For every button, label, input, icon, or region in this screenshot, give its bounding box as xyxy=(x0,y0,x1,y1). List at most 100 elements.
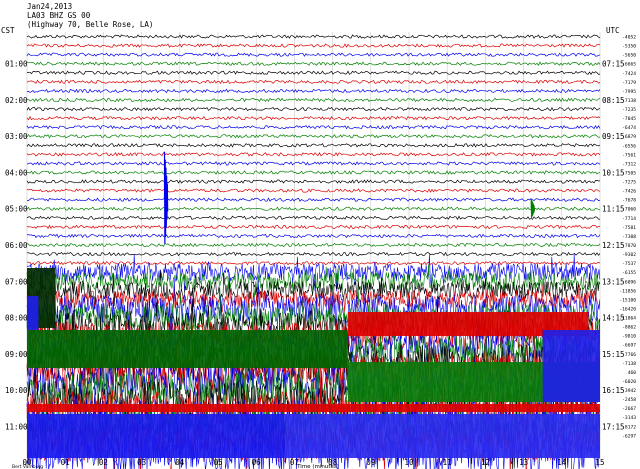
line-offset-value: -7870 xyxy=(622,243,636,249)
x-tick-label: 10 xyxy=(404,458,414,467)
x-tick-label: 03 xyxy=(137,458,146,467)
line-offset-value: -7179 xyxy=(622,80,636,86)
trace-line xyxy=(26,43,601,48)
x-tick-label: 12 xyxy=(481,458,490,467)
footer-note: Bert Vamburg xyxy=(12,464,43,469)
x-tick-label: 01 xyxy=(61,458,70,467)
x-tick-label: 06 xyxy=(252,458,262,467)
trace-line xyxy=(26,206,601,211)
trace-line xyxy=(26,106,601,112)
line-offset-value: -5350 xyxy=(622,44,636,50)
trace-line xyxy=(27,97,601,103)
seismogram-plot: 01:00 02:00 03:00 04:00 05:00 06:00 07:00 08:00… xyxy=(5,32,637,469)
line-offset-value: -7581 xyxy=(622,225,636,231)
line-offset-value: -6020 xyxy=(622,379,636,385)
trace-line xyxy=(26,79,601,85)
trace-line xyxy=(26,34,601,39)
left-hour-label: 08:00 xyxy=(5,314,28,323)
line-offset-value: -7138 xyxy=(622,361,636,367)
seismic-event-spike xyxy=(530,198,535,218)
line-offset-value: -8862 xyxy=(622,325,636,331)
trace-line xyxy=(26,170,601,175)
x-axis-title: Time (minutes) xyxy=(296,464,339,469)
saturated-trace-block xyxy=(284,414,600,458)
left-hour-label: 09:00 xyxy=(5,350,28,359)
line-offset-value: -7275 xyxy=(622,180,636,186)
trace-line xyxy=(26,133,601,139)
line-offset-value: -7138 xyxy=(622,98,636,104)
trace-line xyxy=(26,260,601,266)
line-offset-value: -6697 xyxy=(622,343,636,349)
line-offset-value: -7714 xyxy=(622,216,636,222)
line-offset-value: -16420 xyxy=(619,306,636,312)
line-offset-value: -2667 xyxy=(622,406,636,412)
trace-line xyxy=(26,124,601,130)
left-hour-label: 11:00 xyxy=(5,422,28,431)
left-hour-label: 01:00 xyxy=(5,60,28,69)
trace-line xyxy=(26,251,601,257)
line-offset-value: -7308 xyxy=(622,234,636,240)
line-offset-value: -7678 xyxy=(622,198,636,204)
line-offset-value: -6879 xyxy=(622,134,636,140)
saturated-trace-block xyxy=(27,404,600,412)
line-offset-value: -6556 xyxy=(622,143,636,149)
left-hour-label: 04:00 xyxy=(5,168,28,177)
line-offset-value: -7505 xyxy=(622,170,636,176)
trace-line xyxy=(26,161,601,166)
line-offset-value: 460 xyxy=(628,370,637,376)
line-offset-value: -7424 xyxy=(622,71,636,77)
line-offset-value: -7060 xyxy=(622,207,636,213)
left-hour-label: 02:00 xyxy=(5,96,28,105)
line-offset-value: -9810 xyxy=(622,334,636,340)
line-offset-value: -7766 xyxy=(622,352,636,358)
x-tick-label: 05 xyxy=(213,458,222,467)
line-offset-value: -4052 xyxy=(622,35,636,41)
line-offset-value: -3143 xyxy=(622,415,636,421)
left-hour-label: 05:00 xyxy=(5,205,28,214)
trace-line xyxy=(26,224,600,230)
trace-line xyxy=(26,179,601,184)
saturated-trace-block xyxy=(27,330,348,368)
x-tick-label: 02 xyxy=(99,458,108,467)
left-hour-label: 03:00 xyxy=(5,132,28,141)
left-hour-label: 06:00 xyxy=(5,241,28,250)
line-offset-value: -6096 xyxy=(622,279,636,285)
line-offset-value: -2458 xyxy=(622,397,636,403)
trace-line xyxy=(26,152,601,157)
x-tick-label: 11 xyxy=(443,458,452,467)
x-tick-label: 04 xyxy=(175,458,185,467)
x-tick-label: 09 xyxy=(366,458,375,467)
line-offset-value: -8172 xyxy=(622,424,636,430)
line-offset-value: -7426 xyxy=(622,189,636,195)
x-tick-label: 15 xyxy=(595,458,604,467)
trace-line xyxy=(27,197,601,202)
line-offset-value: -7235 xyxy=(622,107,636,113)
line-offset-value: -6297 xyxy=(622,433,636,439)
trace-line xyxy=(26,188,601,193)
trace-line xyxy=(26,115,601,121)
saturated-trace-block xyxy=(542,330,600,402)
line-offset-value: -6665 xyxy=(622,62,636,68)
line-offset-value: -7312 xyxy=(622,161,636,167)
left-hour-label: 07:00 xyxy=(5,277,28,286)
line-offset-value: -6155 xyxy=(622,270,636,276)
line-offset-value: -5650 xyxy=(622,53,636,59)
trace-line xyxy=(26,242,601,248)
line-offset-value: -11856 xyxy=(619,288,636,294)
left-hour-label: 10:00 xyxy=(5,386,28,395)
trace-line xyxy=(26,88,601,94)
line-offset-value: -6474 xyxy=(622,125,636,131)
trace-line xyxy=(26,70,601,75)
line-offset-value: -15100 xyxy=(619,297,636,303)
seismic-event-spike xyxy=(163,151,169,244)
line-offset-value: -7537 xyxy=(622,261,636,267)
line-offset-value: -7561 xyxy=(622,152,636,158)
trace-line xyxy=(26,52,601,57)
line-offset-value: -7045 xyxy=(622,116,636,122)
x-tick-label: 14 xyxy=(557,458,567,467)
trace-line xyxy=(26,233,601,239)
trace-line xyxy=(26,143,601,148)
line-offset-value: -9302 xyxy=(622,252,636,258)
line-offset-value: -11864 xyxy=(619,316,636,322)
x-tick-label: 13 xyxy=(519,458,528,467)
